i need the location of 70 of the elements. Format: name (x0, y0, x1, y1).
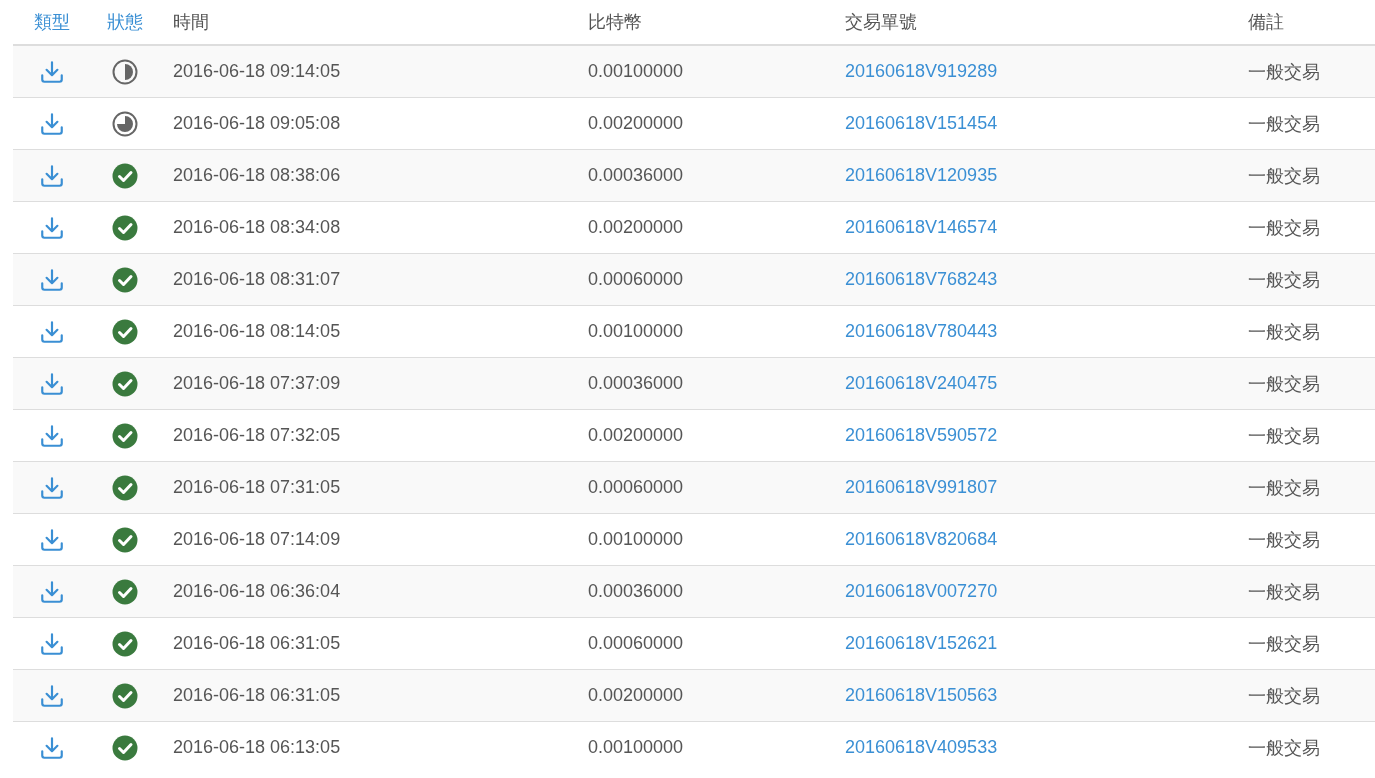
transaction-link[interactable]: 20160618V409533 (845, 737, 998, 757)
time-text: 2016-06-18 08:14:05 (173, 321, 341, 341)
time-text: 2016-06-18 06:13:05 (173, 737, 341, 757)
note-text: 一般交易 (1248, 217, 1320, 238)
transaction-link[interactable]: 20160618V780443 (845, 321, 998, 341)
download-icon[interactable] (38, 422, 65, 449)
download-icon[interactable] (38, 474, 65, 501)
amount-text: 0.00100000 (588, 529, 684, 549)
transaction-link[interactable]: 20160618V919289 (845, 61, 998, 81)
time-text: 2016-06-18 06:36:04 (173, 581, 341, 601)
transaction-link[interactable]: 20160618V152621 (845, 633, 998, 653)
download-icon[interactable] (38, 682, 65, 709)
time-text: 2016-06-18 07:37:09 (173, 373, 341, 393)
note-text: 一般交易 (1248, 165, 1320, 186)
note-text: 一般交易 (1248, 269, 1320, 290)
note-text: 一般交易 (1248, 477, 1320, 498)
transaction-link[interactable]: 20160618V007270 (845, 581, 998, 601)
amount-text: 0.00100000 (588, 61, 684, 81)
transaction-link[interactable]: 20160618V240475 (845, 373, 998, 393)
download-icon[interactable] (38, 58, 65, 85)
note-text: 一般交易 (1248, 61, 1320, 82)
time-text: 2016-06-18 06:31:05 (173, 633, 341, 653)
download-icon[interactable] (38, 266, 65, 293)
transaction-link[interactable]: 20160618V590572 (845, 425, 998, 445)
time-text: 2016-06-18 08:31:07 (173, 269, 341, 289)
amount-text: 0.00200000 (588, 113, 684, 133)
note-text: 一般交易 (1248, 529, 1320, 550)
download-icon[interactable] (38, 110, 65, 137)
download-icon[interactable] (38, 318, 65, 345)
transaction-link[interactable]: 20160618V146574 (845, 217, 998, 237)
amount-text: 0.00036000 (588, 581, 684, 601)
note-text: 一般交易 (1248, 581, 1320, 602)
note-text: 一般交易 (1248, 425, 1320, 446)
note-text: 一般交易 (1248, 737, 1320, 758)
amount-text: 0.00036000 (588, 165, 684, 185)
download-icon[interactable] (38, 734, 65, 761)
time-text: 2016-06-18 07:31:05 (173, 477, 341, 497)
amount-text: 0.00200000 (588, 425, 684, 445)
amount-text: 0.00200000 (588, 217, 684, 237)
amount-text: 0.00060000 (588, 477, 684, 497)
note-text: 一般交易 (1248, 633, 1320, 654)
note-text: 一般交易 (1248, 373, 1320, 394)
time-text: 2016-06-18 07:14:09 (173, 529, 341, 549)
transaction-link[interactable]: 20160618V150563 (845, 685, 998, 705)
transaction-link[interactable]: 20160618V120935 (845, 165, 998, 185)
note-text: 一般交易 (1248, 321, 1320, 342)
time-text: 2016-06-18 08:34:08 (173, 217, 341, 237)
note-text: 一般交易 (1248, 685, 1320, 706)
download-icon[interactable] (38, 162, 65, 189)
time-text: 2016-06-18 09:14:05 (173, 61, 341, 81)
time-text: 2016-06-18 07:32:05 (173, 425, 341, 445)
download-icon[interactable] (38, 214, 65, 241)
note-text: 一般交易 (1248, 113, 1320, 134)
transaction-link[interactable]: 20160618V820684 (845, 529, 998, 549)
amount-text: 0.00036000 (588, 373, 684, 393)
transaction-link[interactable]: 20160618V151454 (845, 113, 998, 133)
download-icon[interactable] (38, 578, 65, 605)
amount-text: 0.00060000 (588, 269, 684, 289)
transaction-link[interactable]: 20160618V768243 (845, 269, 998, 289)
amount-text: 0.00100000 (588, 321, 684, 341)
time-text: 2016-06-18 06:31:05 (173, 685, 341, 705)
time-text: 2016-06-18 09:05:08 (173, 113, 341, 133)
amount-text: 0.00060000 (588, 633, 684, 653)
download-icon[interactable] (38, 630, 65, 657)
amount-text: 0.00200000 (588, 685, 684, 705)
download-icon[interactable] (38, 370, 65, 397)
amount-text: 0.00100000 (588, 737, 684, 757)
time-text: 2016-06-18 08:38:06 (173, 165, 341, 185)
download-icon[interactable] (38, 526, 65, 553)
transaction-link[interactable]: 20160618V991807 (845, 477, 998, 497)
